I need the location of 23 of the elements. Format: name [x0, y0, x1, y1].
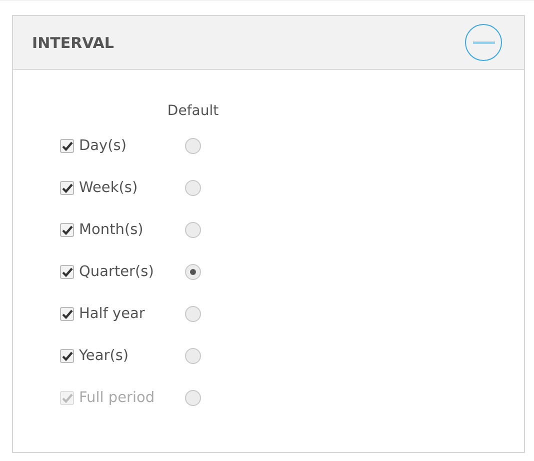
column-heading: Default [167, 103, 219, 119]
check-icon [62, 183, 72, 193]
default-radio[interactable] [185, 348, 201, 364]
default-radio[interactable] [185, 306, 201, 322]
default-radio[interactable] [185, 264, 201, 280]
check-icon [62, 309, 72, 319]
interval-checkbox[interactable]: Half year [60, 303, 178, 325]
default-radio[interactable] [185, 138, 201, 154]
interval-checkbox[interactable]: Quarter(s) [60, 261, 178, 283]
interval-checkbox[interactable]: Year(s) [60, 345, 178, 367]
check-icon [62, 267, 72, 277]
interval-checkbox[interactable]: Week(s) [60, 177, 178, 199]
check-icon [62, 351, 72, 361]
interval-checkbox[interactable]: Month(s) [60, 219, 178, 241]
collapse-button[interactable] [465, 24, 502, 61]
check-icon [62, 393, 72, 403]
check-icon [62, 141, 72, 151]
minus-icon [472, 40, 494, 44]
check-icon [62, 225, 72, 235]
panel-title: INTERVAL [32, 34, 114, 52]
interval-checkbox[interactable]: Day(s) [60, 135, 178, 157]
default-radio[interactable] [185, 180, 201, 196]
default-radio[interactable] [185, 222, 201, 238]
